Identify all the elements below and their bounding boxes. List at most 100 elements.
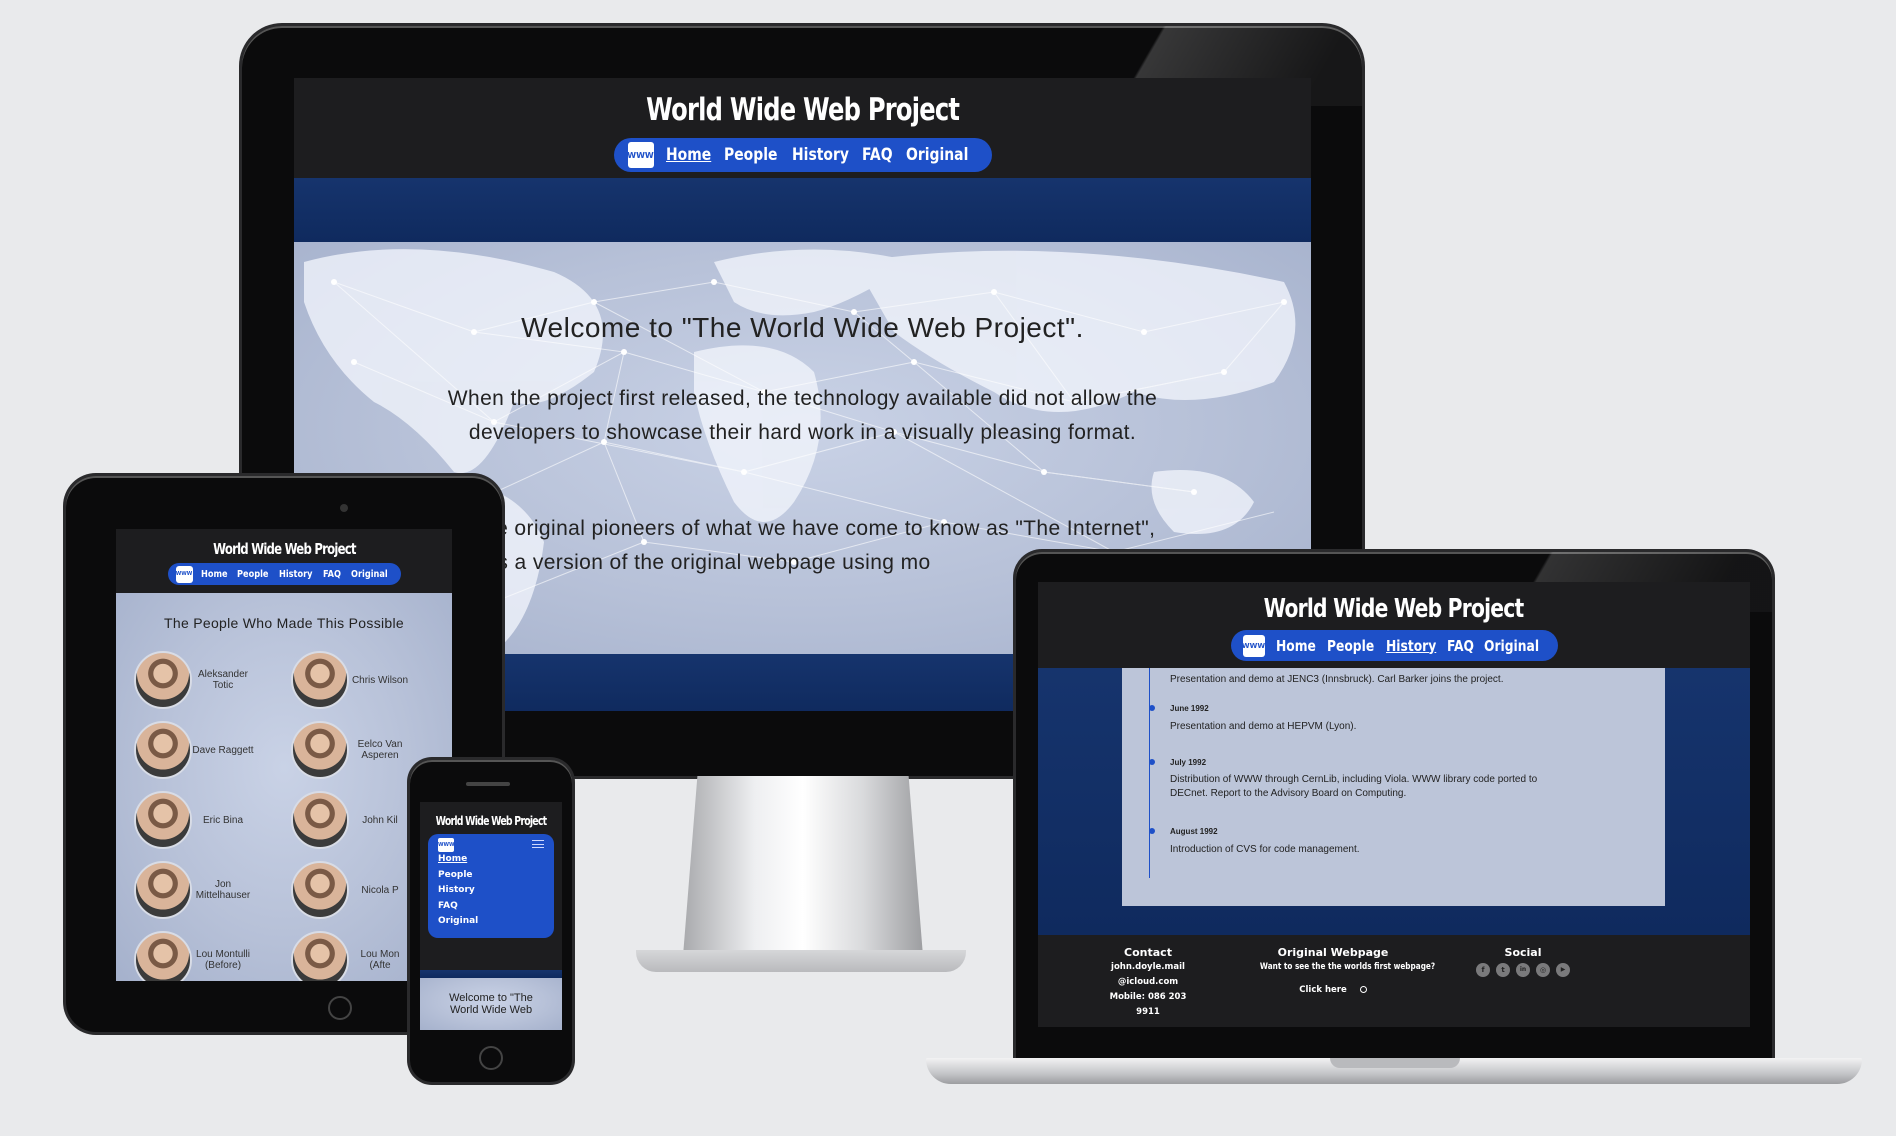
timeline-date: June 1992 xyxy=(1170,704,1209,713)
timeline-date: July 1992 xyxy=(1170,758,1207,767)
timeline-text-line-2: DECnet. Report to the Advisory Board on … xyxy=(1170,788,1407,799)
nav-history[interactable]: History xyxy=(792,145,849,165)
person-card[interactable]: Nicola P xyxy=(291,861,411,919)
linkedin-icon[interactable]: in xyxy=(1516,963,1530,977)
phone-www-logo-icon[interactable]: WWW xyxy=(438,838,455,852)
person-card[interactable]: Aleksander Totic xyxy=(134,651,254,709)
person-name: Nicola P xyxy=(361,884,399,896)
person-name: Aleksander Totic xyxy=(197,669,249,691)
timeline-text: Distribution of WWW through CernLib, inc… xyxy=(1170,773,1537,801)
footer-social: Social f t in ◎ ▶ xyxy=(1468,945,1578,977)
hamburger-icon[interactable] xyxy=(532,840,544,848)
phone-nav-people[interactable]: People xyxy=(438,868,544,884)
instagram-icon[interactable]: ◎ xyxy=(1536,963,1550,977)
welcome-heading: Welcome to "The World Wide Web Project". xyxy=(521,312,1084,343)
site-header: World Wide Web Project WWW Home People H… xyxy=(294,78,1311,178)
phone-nav-original[interactable]: Original xyxy=(438,914,544,930)
phone-hero: Welcome to "The World Wide Web xyxy=(420,978,562,1030)
footer-contact-heading: Contact xyxy=(1124,946,1172,959)
timeline-dot xyxy=(1149,705,1155,711)
monitor-stand xyxy=(683,776,923,956)
avatar xyxy=(291,931,349,981)
nav-bar: WWW Home People History FAQ Original xyxy=(613,138,992,172)
phone-nav-faq[interactable]: FAQ xyxy=(438,899,544,915)
tablet-site-title: World Wide Web Project xyxy=(212,540,356,558)
avatar xyxy=(291,791,349,849)
footer-original: Original Webpage Want to see the the wor… xyxy=(1248,945,1436,998)
avatar xyxy=(134,651,192,709)
footer-email-line-2[interactable]: @icloud.com xyxy=(1098,975,1198,990)
youtube-icon[interactable]: ▶ xyxy=(1556,963,1570,977)
www-logo-icon[interactable]: WWW xyxy=(627,142,654,168)
person-card[interactable]: Lou Montulli (Before) xyxy=(134,931,254,981)
avatar xyxy=(291,721,349,779)
person-name: Lou Mon (Afte xyxy=(360,949,400,971)
person-name: Eelco Van Asperen xyxy=(357,739,403,761)
timeline-dot xyxy=(1149,759,1155,765)
avatar xyxy=(134,791,192,849)
person-name: Chris Wilson xyxy=(351,674,409,686)
laptop-www-logo-icon[interactable]: WWW xyxy=(1242,634,1265,657)
laptop-nav-history[interactable]: History xyxy=(1386,637,1436,655)
site-title: World Wide Web Project xyxy=(645,92,960,128)
avatar xyxy=(134,931,192,981)
intro-line-2: developers to showcase their hard work i… xyxy=(468,421,1137,444)
tablet-www-logo-icon[interactable]: WWW xyxy=(175,565,193,583)
footer-email-line-1[interactable]: john.doyle.mail xyxy=(1098,960,1198,975)
tablet-nav-history[interactable]: History xyxy=(279,569,313,580)
footer-contact: Contact john.doyle.mail @icloud.com Mobi… xyxy=(1098,945,1198,1020)
tablet-screen: World Wide Web Project WWW Home People H… xyxy=(116,529,452,981)
timeline-entry: July 1992 Distribution of WWW through Ce… xyxy=(1149,758,1537,801)
laptop-notch xyxy=(1330,1058,1460,1068)
laptop-nav-faq[interactable]: FAQ xyxy=(1447,637,1475,655)
person-card[interactable]: John Kil xyxy=(291,791,411,849)
timeline-dot xyxy=(1149,828,1155,834)
timeline-line xyxy=(1149,668,1150,878)
phone-nav-menu: WWW Home People History FAQ Original xyxy=(428,834,554,938)
tablet-nav-faq[interactable]: FAQ xyxy=(323,569,344,580)
phone-welcome-line-1: Welcome to "The xyxy=(449,992,533,1004)
phone-device: World Wide Web Project WWW Home People H… xyxy=(410,760,572,1082)
people-heading: The People Who Made This Possible xyxy=(164,615,404,631)
intro-line-1: When the project first released, the tec… xyxy=(447,387,1158,410)
phone-nav-home[interactable]: Home xyxy=(438,852,544,868)
nav-people[interactable]: People xyxy=(724,145,777,165)
footer-original-text: Want to see the the worlds first webpage… xyxy=(1259,962,1436,972)
phone-nav-history[interactable]: History xyxy=(438,883,544,899)
person-name: Dave Raggett xyxy=(192,744,254,756)
person-card[interactable]: Lou Mon (Afte xyxy=(291,931,411,981)
twitter-icon[interactable]: t xyxy=(1496,963,1510,977)
timeline-date: August 1992 xyxy=(1170,827,1218,836)
person-name: Lou Montulli (Before) xyxy=(196,949,250,971)
nav-original[interactable]: Original xyxy=(906,145,968,165)
timeline-entry: June 1992 Presentation and demo at HEPVM… xyxy=(1149,704,1356,734)
nav-home[interactable]: Home xyxy=(666,145,711,165)
nav-faq[interactable]: FAQ xyxy=(862,145,895,165)
person-card[interactable]: Dave Raggett xyxy=(134,721,254,779)
facebook-icon[interactable]: f xyxy=(1476,963,1490,977)
avatar xyxy=(291,651,349,709)
person-card[interactable]: Chris Wilson xyxy=(291,651,411,709)
tablet-nav-people[interactable]: People xyxy=(237,569,270,580)
timeline-text: Introduction of CVS for code management. xyxy=(1170,844,1360,855)
monitor-base xyxy=(636,950,966,972)
footer-social-heading: Social xyxy=(1504,946,1542,959)
tablet-nav-home[interactable]: Home xyxy=(201,569,229,580)
phone-header: World Wide Web Project WWW Home People H… xyxy=(420,802,562,970)
person-name: Eric Bina xyxy=(202,814,243,826)
footer-click-here-link[interactable]: Click here xyxy=(1299,985,1347,995)
laptop-nav-original[interactable]: Original xyxy=(1484,637,1539,655)
person-card[interactable]: Jon Mittelhauser xyxy=(134,861,254,919)
person-card[interactable]: Eelco Van Asperen xyxy=(291,721,411,779)
laptop-nav-bar: WWW Home People History FAQ Original xyxy=(1230,630,1558,661)
site-footer: Contact john.doyle.mail @icloud.com Mobi… xyxy=(1038,935,1750,1027)
avatar xyxy=(134,861,192,919)
laptop-site-title: World Wide Web Project xyxy=(1264,594,1525,624)
timeline-text: Presentation and demo at JENC3 (Innsbruc… xyxy=(1170,674,1504,685)
laptop-nav-home[interactable]: Home xyxy=(1276,637,1316,655)
laptop-nav-people[interactable]: People xyxy=(1327,637,1374,655)
footer-mobile: Mobile: 086 203 9911 xyxy=(1109,992,1187,1017)
person-card[interactable]: Eric Bina xyxy=(134,791,254,849)
tablet-nav-original[interactable]: Original xyxy=(351,569,388,580)
phone-welcome-text: Welcome to "The World Wide Web xyxy=(420,992,562,1016)
